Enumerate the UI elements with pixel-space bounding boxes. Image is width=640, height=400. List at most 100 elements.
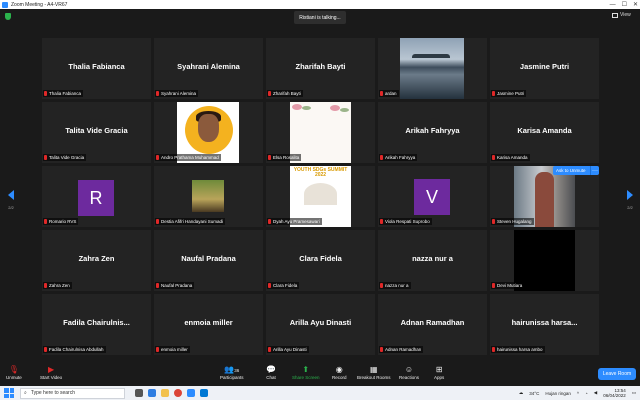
participant-tile[interactable]: hairunissa harsa... hairunissa harsa amb… bbox=[490, 294, 599, 355]
active-speaker-indicator: Ristiani is talking... bbox=[294, 11, 346, 24]
participant-tile[interactable]: Syahrani Alemina Syahrani Alemina bbox=[154, 38, 263, 99]
participant-tile[interactable]: Jasmine Putri Jasmine Putri bbox=[490, 38, 599, 99]
participant-tile[interactable]: Arilla Ayu Dinasti Arilla Ayu Dinasti bbox=[266, 294, 375, 355]
system-tray: ☁ 34°C Hujan ringan ^ ◔ ◀ 13:54 06/04/20… bbox=[519, 386, 636, 400]
participant-label-text: Steven Hugalang bbox=[497, 219, 532, 224]
muted-mic-icon bbox=[492, 219, 495, 224]
more-options-icon[interactable]: ··· bbox=[590, 166, 599, 175]
taskbar-search-input[interactable]: ⌕ Type here to search bbox=[20, 387, 125, 399]
participant-label: nazza nur a bbox=[379, 282, 411, 289]
participant-tile[interactable]: Destia Afifri Handayani Sumadi bbox=[154, 166, 263, 227]
participant-tile[interactable]: Zharifah Bayti Zharifah Bayti bbox=[266, 38, 375, 99]
minimize-button[interactable]: — bbox=[610, 2, 616, 8]
participant-tile[interactable]: R Romario RVS bbox=[42, 166, 151, 227]
reactions-label: Reactions bbox=[399, 375, 420, 380]
participant-name: Talita Vide Gracia bbox=[65, 126, 128, 135]
reactions-button[interactable]: ☺ Reactions bbox=[399, 365, 419, 380]
participant-tile[interactable]: ardan bbox=[378, 38, 487, 99]
windows-start-icon[interactable] bbox=[4, 388, 14, 398]
participant-tile[interactable]: Naufal Pradana Naufal Pradana bbox=[154, 230, 263, 291]
leave-room-button[interactable]: Leave Room bbox=[598, 368, 636, 380]
participant-tile[interactable]: Devi Mutiara bbox=[490, 230, 599, 291]
unmute-label: Unmute bbox=[6, 375, 22, 380]
participant-label: Romario RVS bbox=[43, 218, 79, 225]
zoom-taskbar-icon[interactable] bbox=[187, 389, 195, 397]
participant-tile[interactable]: Talita Vide Gracia Talita Vide Gracia bbox=[42, 102, 151, 163]
participant-label-text: Naufal Pradana bbox=[161, 283, 193, 288]
maximize-button[interactable]: ☐ bbox=[622, 1, 627, 8]
chevron-up-icon[interactable]: ^ bbox=[577, 391, 579, 396]
participant-label-text: Jasmine Putri bbox=[497, 91, 525, 96]
participant-tile[interactable]: Zahra Zen Zahra Zen bbox=[42, 230, 151, 291]
muted-mic-icon bbox=[268, 283, 271, 288]
island-silhouette bbox=[412, 54, 450, 58]
participant-tile[interactable]: Andro Prathama Muhammad bbox=[154, 102, 263, 163]
participant-tile[interactable]: Thalia Fabianca Thalia Fabianca bbox=[42, 38, 151, 99]
flower-decoration bbox=[330, 105, 340, 111]
close-button[interactable]: ✕ bbox=[633, 1, 638, 8]
wifi-icon[interactable]: ◔ bbox=[585, 391, 588, 396]
chrome-icon[interactable] bbox=[174, 389, 182, 397]
participant-name: Fadila Chairulnis... bbox=[63, 318, 130, 327]
participant-tile[interactable]: enmoia miller enmoia miller bbox=[154, 294, 263, 355]
volume-icon[interactable]: ◀ bbox=[594, 390, 597, 396]
participant-photo bbox=[400, 38, 464, 99]
participants-button[interactable]: 👥36 Participants bbox=[220, 365, 244, 380]
participant-tile[interactable]: V Viola Respati Suprobo bbox=[378, 166, 487, 227]
participant-label-text: Talita Vide Gracia bbox=[49, 155, 85, 160]
notifications-icon[interactable]: ▭ bbox=[632, 390, 636, 396]
chat-button[interactable]: 💬 Chat bbox=[266, 365, 276, 380]
participant-name: Zahra Zen bbox=[78, 254, 115, 263]
participant-name: Arilla Ayu Dinasti bbox=[289, 318, 352, 327]
leaf-decoration bbox=[340, 108, 349, 112]
page-indicator-left: 2/2 bbox=[8, 205, 14, 210]
view-button[interactable]: View bbox=[612, 12, 631, 18]
participant-tile[interactable]: Arikah Fahryya Arikah Fahryya bbox=[378, 102, 487, 163]
poster-photo bbox=[304, 183, 337, 205]
unmute-button[interactable]: 🎙 Unmute bbox=[6, 365, 22, 380]
participant-label: Zharifah Bayti bbox=[267, 90, 303, 97]
muted-mic-icon bbox=[492, 155, 495, 160]
participant-tile[interactable]: nazza nur a nazza nur a bbox=[378, 230, 487, 291]
profile-picture bbox=[192, 180, 224, 212]
participant-tile[interactable]: Elsa Rosalita bbox=[266, 102, 375, 163]
chevron-right-icon bbox=[627, 190, 633, 200]
task-view-icon[interactable] bbox=[135, 389, 143, 397]
start-video-button[interactable]: ▶ Start Video bbox=[40, 365, 62, 380]
record-button[interactable]: ◉ Record bbox=[332, 365, 347, 380]
ask-to-unmute-label: Ask to Unmute bbox=[556, 168, 586, 173]
participant-label: Steven Hugalang bbox=[491, 218, 534, 225]
participant-tile[interactable]: YOUTH SDGs SUMMIT 2022 Dyah Ayu Pramesaw… bbox=[266, 166, 375, 227]
share-screen-button[interactable]: ⬆ Share Screen bbox=[292, 365, 320, 380]
edge-icon[interactable] bbox=[148, 389, 156, 397]
participant-name: Karisa Amanda bbox=[517, 126, 572, 135]
zoom-window: Zoom Meeting - A4-VR67 — ☐ ✕ Ristiani is… bbox=[0, 0, 640, 400]
participant-label-text: Adnan Ramadhan bbox=[385, 347, 422, 352]
participant-tile[interactable]: Adnan Ramadhan Adnan Ramadhan bbox=[378, 294, 487, 355]
breakout-rooms-button[interactable]: ▦ Breakout Rooms bbox=[357, 365, 391, 380]
breakout-rooms-icon: ▦ bbox=[369, 365, 378, 374]
participant-tile[interactable]: Clara Fidela Clara Fidela bbox=[266, 230, 375, 291]
avatar-face bbox=[198, 114, 219, 142]
participant-tile[interactable]: Karisa Amanda Karisa Amanda bbox=[490, 102, 599, 163]
clock[interactable]: 13:54 06/04/2022 bbox=[603, 388, 626, 398]
ask-to-unmute-button[interactable]: Ask to Unmute ··· bbox=[553, 166, 599, 175]
clock-date: 06/04/2022 bbox=[603, 393, 626, 398]
apps-button[interactable]: ⊞ Apps bbox=[434, 365, 444, 380]
participant-label-text: enmoia miller bbox=[161, 347, 188, 352]
weather-text: Hujan ringan bbox=[545, 390, 571, 396]
muted-mic-icon bbox=[156, 347, 159, 352]
participant-tile[interactable]: Steven Hugalang bbox=[490, 166, 599, 227]
security-shield-icon[interactable] bbox=[5, 13, 11, 20]
participant-name: Syahrani Alemina bbox=[177, 62, 240, 71]
muted-mic-icon bbox=[380, 347, 383, 352]
previous-page-button[interactable]: 2/2 bbox=[6, 190, 16, 210]
store-icon[interactable] bbox=[200, 389, 208, 397]
file-explorer-icon[interactable] bbox=[161, 389, 169, 397]
next-page-button[interactable]: 2/2 bbox=[625, 190, 635, 210]
title-bar: Zoom Meeting - A4-VR67 — ☐ ✕ bbox=[0, 0, 640, 9]
muted-mic-icon bbox=[380, 91, 383, 96]
participant-tile[interactable]: Fadila Chairulnis... Fadila Chairulnisa … bbox=[42, 294, 151, 355]
participant-label: Thalia Fabianca bbox=[43, 90, 84, 97]
muted-mic-icon bbox=[268, 91, 271, 96]
